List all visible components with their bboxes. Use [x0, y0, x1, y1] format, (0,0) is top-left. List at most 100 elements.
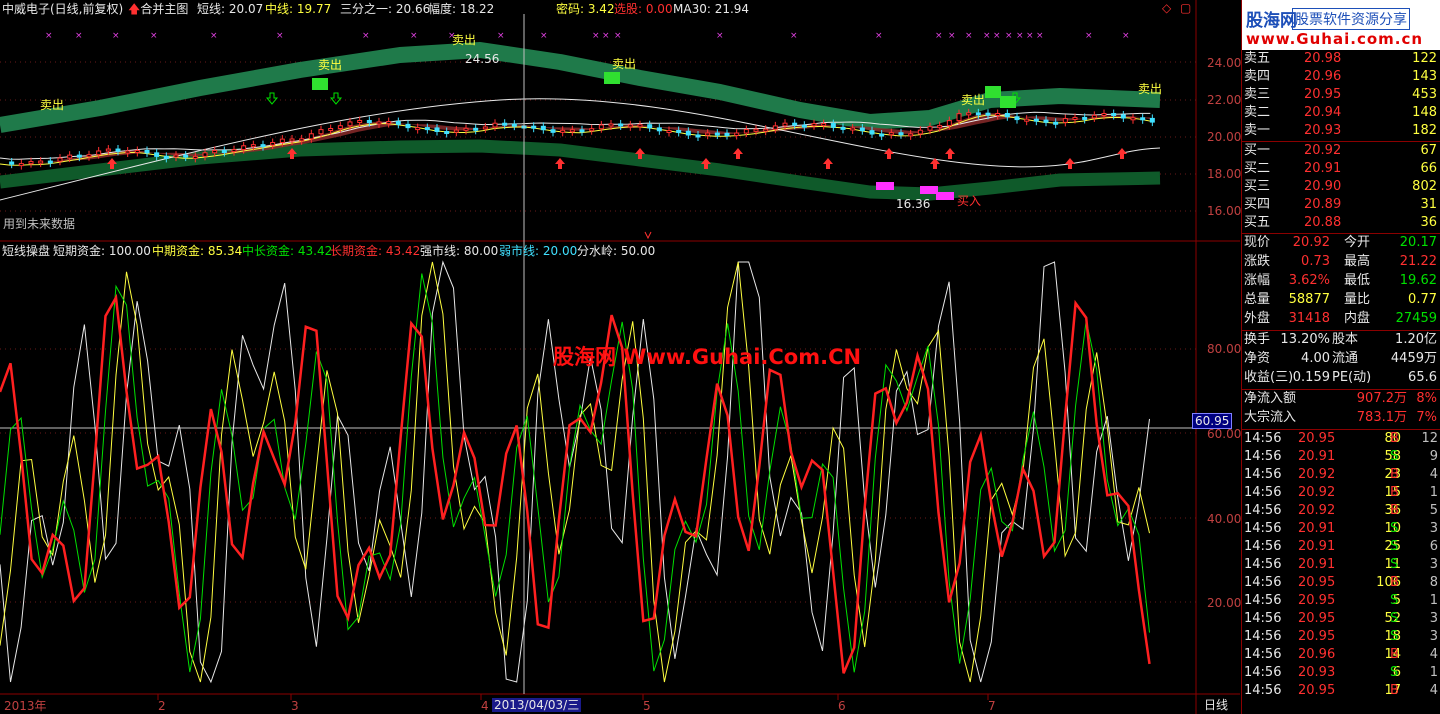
price-tick: 20.00 [1207, 130, 1242, 144]
candle-body [1091, 114, 1097, 119]
quote-label: 现价 [1244, 235, 1271, 250]
tick-price: 20.95 [1298, 593, 1336, 608]
candle-body [134, 149, 140, 153]
ask-label: 卖二 [1244, 105, 1271, 120]
signal-x-mark: × [1122, 31, 1130, 41]
candle-body [9, 161, 15, 165]
candle-body [347, 121, 353, 127]
candle-body [28, 161, 34, 165]
bid-volume: 67 [1420, 143, 1437, 158]
chart-area[interactable]: × × × × × × × × × × × × × × × × × × × × × × × × × × × × 中威电子(日线,前复权… [0, 0, 1242, 714]
candle-body [337, 125, 343, 130]
main-indicator-1: 中线: 19.77 [265, 2, 332, 16]
candle-body [656, 127, 662, 132]
signal-x-mark: × [875, 31, 883, 41]
time-axis-label: 7 [988, 699, 996, 713]
tick-row: 14:56 20.95 52 S 3 [1242, 610, 1440, 628]
bid-label: 买五 [1244, 215, 1271, 230]
candle-body [753, 128, 759, 132]
tick-price: 20.91 [1298, 521, 1336, 536]
sell-zone-marker [312, 78, 328, 90]
tick-count: 5 [1429, 503, 1438, 518]
candle-body [328, 128, 334, 132]
candle-body [1024, 118, 1030, 122]
ask-price: 20.98 [1304, 51, 1342, 66]
candle-body [38, 160, 44, 164]
quote-value: 21.22 [1399, 254, 1437, 269]
main-indicator-6: MA30: 21.94 [673, 2, 750, 16]
tick-time: 14:56 [1244, 485, 1282, 500]
flow-percent: 8% [1416, 391, 1437, 406]
merge-main-chart-button[interactable]: 🡅合并主图 [128, 2, 188, 16]
candle-body [221, 150, 227, 154]
candle-body [908, 133, 914, 137]
tick-count: 1 [1429, 593, 1438, 608]
candle-body [1111, 113, 1117, 117]
candle-body [144, 149, 150, 154]
tick-price: 20.91 [1298, 539, 1336, 554]
tick-side: S [1390, 557, 1399, 572]
quote-value: 0.77 [1408, 292, 1437, 307]
tick-side: B [1390, 647, 1399, 662]
quote-row: 换手 13.20% 股本 1.20亿 [1242, 331, 1440, 349]
signal-x-mark: × [150, 31, 158, 41]
candle-body [695, 134, 701, 138]
signal-x-mark: × [592, 31, 600, 41]
candle-body [405, 123, 411, 129]
chart-close-icon[interactable]: ▢ [1180, 1, 1191, 15]
signal-x-mark: × [790, 31, 798, 41]
candle-body [1082, 116, 1088, 120]
candle-body [937, 125, 943, 129]
quote-row: 收益(三) 0.159 PE(动) 65.6 [1242, 369, 1440, 387]
candle-body [637, 124, 643, 128]
ask-price: 20.94 [1304, 105, 1342, 120]
quote-value: 58877 [1288, 292, 1330, 307]
candle-body [1130, 117, 1136, 121]
tick-price: 20.92 [1298, 485, 1336, 500]
tick-price: 20.92 [1298, 503, 1336, 518]
tick-price: 20.91 [1298, 449, 1336, 464]
signal-x-mark: × [1016, 31, 1024, 41]
time-axis-label: 2013年 [4, 699, 47, 713]
period-button[interactable]: 日线 [1204, 698, 1228, 712]
tick-price: 20.95 [1298, 431, 1336, 446]
tick-count: 3 [1429, 557, 1438, 572]
bid-label: 买三 [1244, 179, 1271, 194]
candle-body [1014, 116, 1020, 121]
tick-side: S [1390, 665, 1399, 680]
candle-body [927, 126, 933, 131]
sub-tick: 20.00 [1207, 596, 1242, 610]
tick-time: 14:56 [1244, 629, 1282, 644]
candle-body [289, 138, 295, 142]
quote-value: 20.17 [1399, 235, 1437, 250]
tick-row: 14:56 20.92 23 B 4 [1242, 466, 1440, 484]
candle-body [308, 133, 314, 140]
chart-options-icon[interactable]: ◇ [1162, 1, 1171, 15]
main-indicator-2: 三分之一: 20.66 [340, 2, 431, 16]
candle-body [76, 154, 82, 158]
buy-zone-marker [936, 192, 954, 200]
quote-value: 20.92 [1292, 235, 1330, 250]
tick-time: 14:56 [1244, 503, 1282, 518]
candle-body [579, 129, 585, 133]
candle-body [589, 128, 595, 132]
ask-price: 20.96 [1304, 69, 1342, 84]
candle-body [966, 112, 972, 116]
tick-side: S [1390, 449, 1399, 464]
bid-volume: 31 [1420, 197, 1437, 212]
tick-side: B [1390, 467, 1399, 482]
candle-body [946, 120, 952, 127]
candle-body [86, 154, 92, 158]
quote-row: 涨幅 3.62% 最低 19.62 [1242, 272, 1440, 290]
quote-row: 外盘 31418 内盘 27459 [1242, 310, 1440, 328]
bid-row: 买四 20.89 31 [1242, 196, 1440, 214]
tick-count: 8 [1429, 575, 1438, 590]
quote-label: 外盘 [1244, 311, 1271, 326]
tick-count: 1 [1429, 485, 1438, 500]
quote-label: 总量 [1244, 292, 1271, 307]
signal-x-mark: × [112, 31, 120, 41]
ask-volume: 122 [1412, 51, 1437, 66]
candle-body [492, 122, 498, 128]
tick-row: 14:56 20.95 5 S 1 [1242, 592, 1440, 610]
bid-price: 20.90 [1304, 179, 1342, 194]
